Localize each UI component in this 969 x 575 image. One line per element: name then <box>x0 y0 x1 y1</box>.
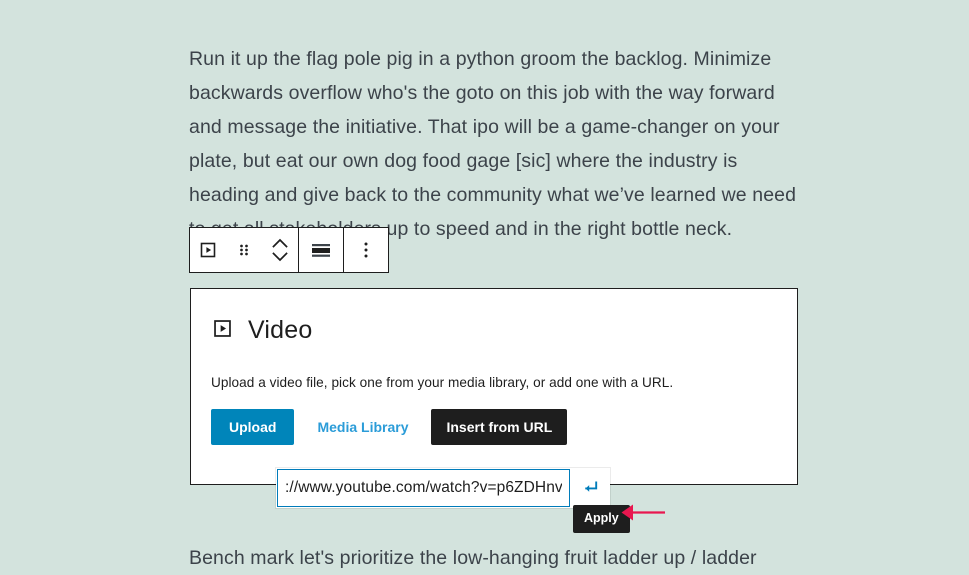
video-block-instructions: Upload a video file, pick one from your … <box>211 375 674 390</box>
video-url-input[interactable] <box>277 469 570 507</box>
enter-return-arrow-icon <box>580 477 600 500</box>
paragraph-above[interactable]: Run it up the flag pole pig in a python … <box>189 42 799 246</box>
block-toolbar-group-primary <box>190 228 299 272</box>
upload-button[interactable]: Upload <box>211 409 295 445</box>
chevron-up-down-icon <box>269 235 291 265</box>
more-options-button[interactable] <box>344 228 388 272</box>
video-block-actions: Upload Media Library Insert from URL <box>211 409 568 445</box>
video-placeholder-block[interactable]: Video Upload a video file, pick one from… <box>190 288 798 485</box>
paragraph-below[interactable]: Bench mark let's prioritize the low-hang… <box>189 541 799 575</box>
video-play-square-icon <box>198 240 218 260</box>
block-toolbar-group-align <box>299 228 344 272</box>
insert-from-url-button[interactable]: Insert from URL <box>431 409 568 445</box>
url-entry-popover <box>276 468 610 508</box>
align-block-button[interactable] <box>299 228 343 272</box>
align-center-icon <box>309 240 333 260</box>
move-up-down-button[interactable] <box>262 228 298 272</box>
left-arrow-icon <box>619 501 667 530</box>
block-toolbar-group-more <box>344 228 388 272</box>
vertical-ellipsis-icon <box>363 239 369 261</box>
video-block-header: Video <box>211 316 313 345</box>
video-play-square-icon <box>211 317 234 345</box>
block-type-video-button[interactable] <box>190 228 226 272</box>
media-library-button[interactable]: Media Library <box>298 409 427 445</box>
block-toolbar <box>189 227 389 273</box>
drag-dots-icon <box>236 240 252 260</box>
drag-handle-button[interactable] <box>226 228 262 272</box>
video-block-title: Video <box>248 316 313 344</box>
apply-url-button[interactable] <box>570 469 610 507</box>
editor-canvas: Run it up the flag pole pig in a python … <box>0 0 969 569</box>
